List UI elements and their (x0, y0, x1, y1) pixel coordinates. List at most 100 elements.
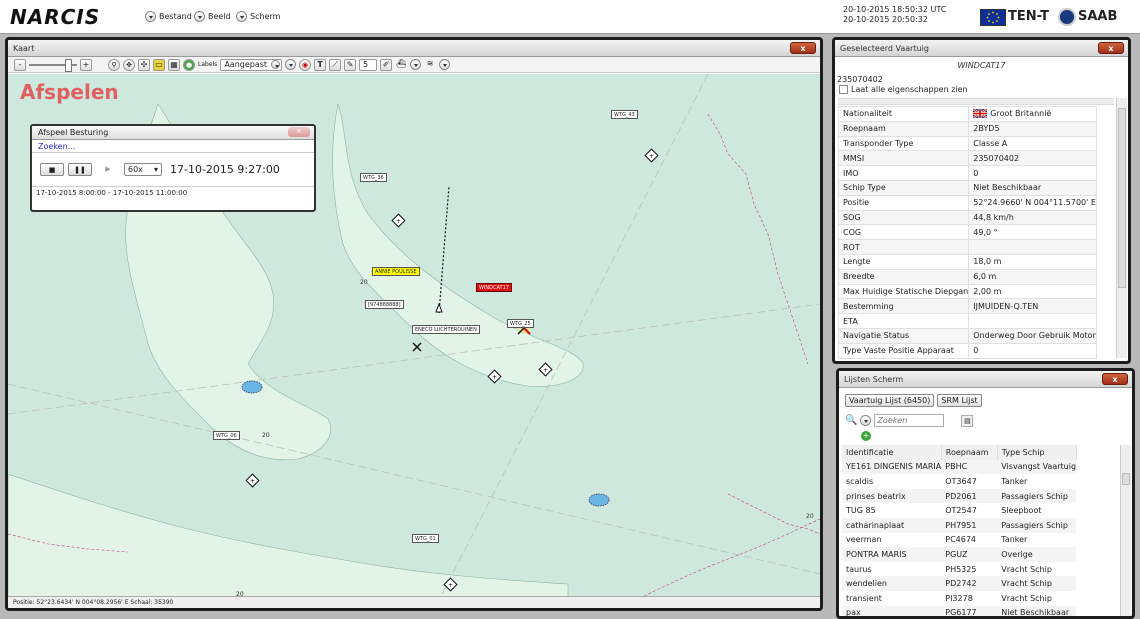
map-close-button[interactable]: x (790, 42, 816, 54)
table-cell: Tanker (1001, 476, 1028, 486)
menu-bestand[interactable]: Bestand (145, 11, 192, 22)
property-key: Max Huidige Statische Diepgan (837, 283, 970, 300)
property-scrollbar[interactable] (1116, 98, 1127, 358)
lists-tabs: Vaartuig Lijst (6450) SRM Lijst (845, 394, 982, 407)
stop-button[interactable]: ■ (40, 163, 64, 176)
table-cell: Niet Beschikbaar (997, 605, 1077, 616)
table-cell: PI3278 (945, 593, 973, 603)
property-value: 235070402 (968, 150, 1097, 167)
table-row[interactable]: YE161 DINGENIS MARIA PBHC Visvangst Vaartu… (842, 459, 1077, 475)
edit-icon[interactable]: ✐ (380, 58, 393, 71)
table-row[interactable]: PONTRA MARIS PGUZ Overige (842, 547, 1077, 562)
property-value: Groot Britannië (968, 106, 1097, 122)
table-row[interactable]: TUG 85 OT2547 Sleepboot (842, 503, 1076, 518)
compass-icon[interactable]: ✥ (123, 58, 135, 71)
ship-icon[interactable]: ⛴ (395, 59, 407, 71)
search-icon[interactable]: ⚲ (108, 58, 120, 71)
selected-vessel-close-button[interactable]: x (1098, 42, 1124, 54)
vessel-label-974888888[interactable]: [974888888] (365, 300, 404, 309)
map-panel: Kaart x - + ⚲ ✥ ✣ ▭ ▦ ● Labels Aangepast… (5, 37, 823, 611)
chevron-down-icon[interactable] (410, 59, 422, 70)
target-icon[interactable]: ◉ (299, 58, 312, 71)
depth-sounding: 20 (806, 513, 814, 520)
scroll-thumb[interactable] (1118, 108, 1126, 288)
table-cell: YE161 DINGENIS MARIA (842, 459, 942, 475)
property-value: 0 (968, 165, 1097, 181)
playback-control-window: Afspeel Besturing x Zoeken... ■ ❚❚ ▶ 60x… (30, 124, 316, 212)
vessel-label-windcat[interactable]: WINDCAT17 (476, 283, 512, 292)
vessel-label-eneco[interactable]: ENECO LUCHTERDUINEN (412, 325, 480, 334)
column-header[interactable]: Identificatie (842, 445, 942, 460)
wtg-label[interactable]: WTG_25 (507, 319, 534, 328)
table-row[interactable]: pax PG6177 Niet Beschikbaar (842, 605, 1077, 616)
property-value-text: IJMUIDEN-Q.TEN (973, 301, 1039, 311)
playback-controls-row: ■ ❚❚ ▶ 60x ▾ 17-10-2015 9:27:00 (32, 153, 314, 187)
property-key: ETA (837, 313, 970, 329)
playback-close-button[interactable]: x (288, 127, 310, 137)
table-cell: prinses beatrix (842, 488, 942, 504)
property-key: COG (837, 224, 970, 241)
wtg-label[interactable]: WTG_06 (213, 431, 240, 440)
chevron-down-icon[interactable] (860, 415, 872, 426)
column-header[interactable]: Type Schip (997, 445, 1077, 460)
export-icon[interactable]: ▤ (961, 414, 974, 427)
table-cell: pax (842, 605, 942, 616)
text-tool-icon[interactable]: T (314, 58, 327, 71)
stack-icon[interactable]: ≋ (424, 59, 436, 71)
play-button[interactable]: ▶ (96, 163, 120, 176)
property-value: 2BYD5 (968, 120, 1097, 137)
property-row: ROT (837, 239, 1097, 255)
table-row[interactable]: scaldis OT3647 Tanker (842, 474, 1076, 489)
wtg-label[interactable]: WTG_01 (412, 534, 439, 543)
table-row[interactable]: wendelien PD2742 Vracht Schip (842, 576, 1077, 591)
add-icon[interactable]: + (861, 431, 871, 441)
scroll-thumb[interactable] (1122, 473, 1130, 485)
column-header[interactable]: Roepnaam (941, 445, 998, 460)
pan-icon[interactable]: ✣ (138, 58, 150, 71)
property-key: Navigatie Status (837, 327, 970, 344)
chevron-down-icon[interactable] (439, 59, 451, 70)
menu-beeld[interactable]: Beeld (194, 11, 231, 22)
table-row[interactable]: taurus PH5325 Vracht Schip (842, 562, 1076, 577)
table-row[interactable]: veerman PC4674 Tanker (842, 533, 1076, 548)
playback-search[interactable]: Zoeken... (32, 140, 314, 153)
property-row: Schip Type Niet Beschikbaar (837, 179, 1097, 196)
labels-select[interactable]: Aangepast (220, 58, 283, 71)
table-cell: PC4674 (945, 535, 977, 545)
svg-text:+: + (649, 153, 654, 160)
zoom-out-button[interactable]: - (14, 58, 26, 71)
ruler-icon[interactable]: ▭ (153, 58, 165, 71)
spin-input[interactable]: 5 (359, 58, 378, 71)
list-search-input[interactable] (874, 414, 945, 427)
table-row[interactable]: prinses beatrix PD2061 Passagiers Schip (842, 488, 1077, 504)
chevron-down-icon[interactable] (285, 59, 297, 70)
zoom-slider[interactable] (29, 58, 77, 72)
property-key: IMO (837, 165, 970, 181)
layers-icon[interactable]: ▦ (168, 58, 180, 71)
lists-close-button[interactable]: x (1102, 373, 1128, 385)
pencil-icon[interactable]: ✎ (344, 58, 357, 71)
clock: 20-10-2015 18:50:32 UTC 20-10-2015 20:50… (843, 5, 946, 25)
property-value: 0 (968, 342, 1097, 359)
pause-button[interactable]: ❚❚ (68, 163, 92, 176)
property-value-text: Classe A (973, 138, 1008, 148)
clock-utc: 20-10-2015 18:50:32 UTC (843, 5, 947, 14)
table-row[interactable]: catharinaplaat PH7951 Passagiers Schip (842, 517, 1077, 533)
property-row: Lengte 18,0 m (837, 253, 1097, 270)
table-cell: taurus (846, 564, 872, 574)
table-row[interactable]: transient PI3278 Vracht Schip (842, 591, 1076, 606)
depth-sounding: 20 (262, 432, 270, 439)
tab-vaartuig-lijst[interactable]: Vaartuig Lijst (6450) (845, 394, 935, 407)
show-all-properties-checkbox[interactable]: Laat alle eigenschappen zien (839, 85, 968, 94)
list-scrollbar[interactable] (1120, 445, 1131, 616)
wtg-label[interactable]: WTG_43 (611, 110, 638, 119)
wtg-label[interactable]: WTG_36 (360, 173, 387, 182)
globe-icon[interactable]: ● (183, 58, 195, 71)
vessel-label-annie[interactable]: ANNIE POULISSE (372, 267, 420, 276)
zoom-in-button[interactable]: + (80, 58, 92, 71)
draw-line-icon[interactable]: ⟋ (329, 58, 342, 71)
tab-srm-lijst[interactable]: SRM Lijst (937, 394, 982, 407)
chevron-down-icon (194, 11, 205, 22)
speed-select[interactable]: 60x ▾ (124, 163, 162, 176)
menu-scherm[interactable]: Scherm (236, 11, 280, 22)
